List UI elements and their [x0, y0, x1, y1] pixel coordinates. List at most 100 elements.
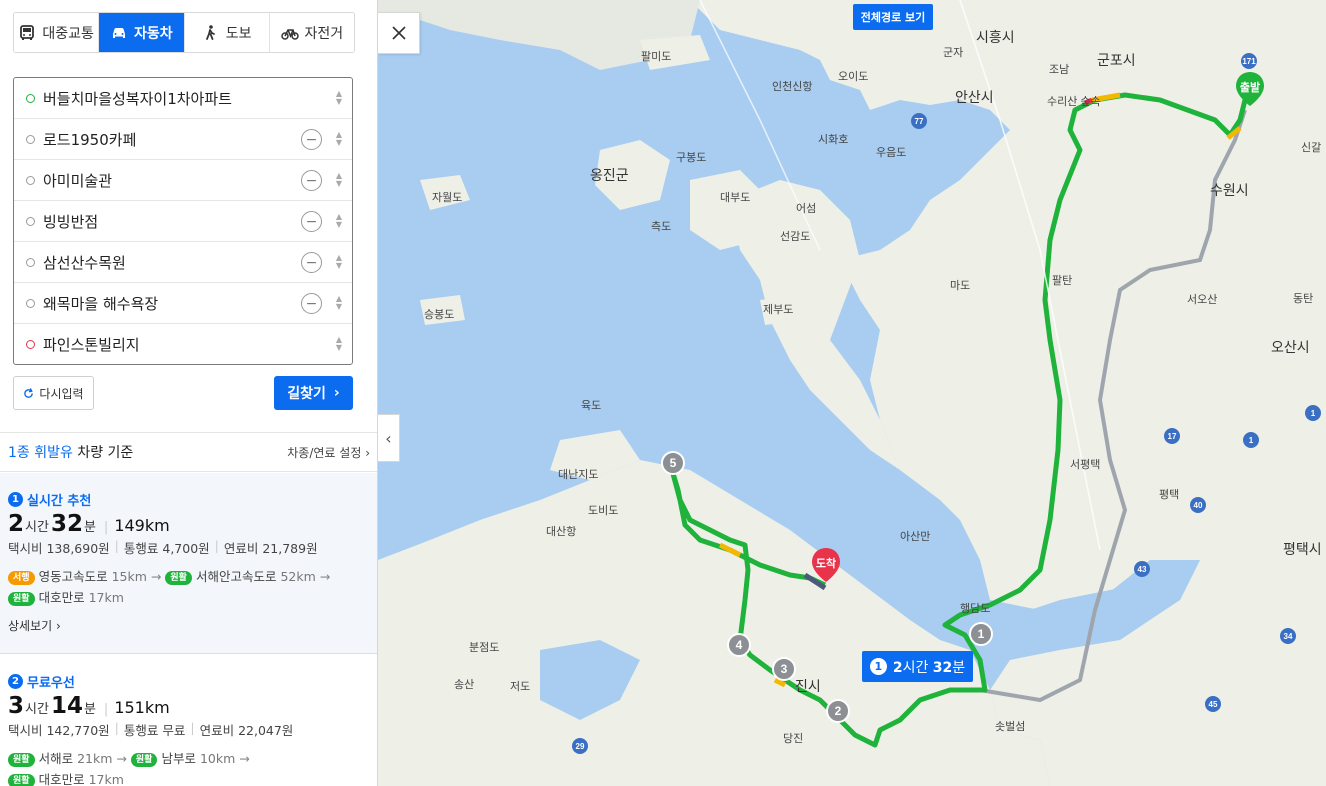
- route-time-bubble[interactable]: 1 2시간 32분: [862, 651, 973, 682]
- place-label: 조남: [1049, 63, 1069, 76]
- road-name: 서해로: [38, 751, 74, 766]
- drag-handle-icon[interactable]: ▲ ▼: [336, 90, 342, 106]
- bubble-duration: 2시간 32분: [893, 657, 965, 677]
- waypoint-label: 삼선산수목원: [43, 253, 126, 272]
- drag-handle-icon[interactable]: ▲ ▼: [336, 213, 342, 229]
- drag-handle-icon[interactable]: ▲ ▼: [336, 336, 342, 352]
- place-label: 시흥시: [976, 29, 1015, 45]
- duration-hours: 2: [8, 511, 25, 537]
- route-distance: 151km: [114, 698, 170, 717]
- place-label: 도비도: [588, 504, 618, 517]
- end-label: 도착: [816, 556, 836, 570]
- road-distance: 15km: [111, 569, 147, 584]
- duration-minutes: 32: [50, 511, 83, 537]
- place-label: 팔미도: [641, 50, 671, 63]
- refresh-icon: [24, 387, 34, 398]
- traffic-badge: 원활: [8, 753, 35, 767]
- drag-handle-icon[interactable]: ▲ ▼: [336, 172, 342, 188]
- find-route-button[interactable]: 길찾기 ›: [274, 376, 353, 410]
- road-number: 17: [1168, 432, 1177, 441]
- arrow-right-icon: →: [239, 751, 250, 766]
- remove-waypoint-icon[interactable]: −: [301, 211, 322, 232]
- duration-minutes-unit: 분: [83, 702, 96, 717]
- remove-waypoint-icon[interactable]: −: [301, 252, 322, 273]
- duration-hours: 3: [8, 693, 25, 719]
- drag-handle-icon[interactable]: ▲ ▼: [336, 131, 342, 147]
- place-label: 평택시: [1283, 541, 1322, 557]
- taxi-fare: 택시비 142,770원: [8, 723, 110, 738]
- vehicle-setting-link[interactable]: 차종/연료 설정 ›: [287, 444, 370, 461]
- fuel-suffix: 차량 기준: [77, 445, 134, 461]
- route-number-badge: 2: [8, 674, 23, 689]
- place-label: 팔탄: [1052, 274, 1072, 287]
- route-title: 1 실시간 추천: [8, 490, 370, 509]
- find-route-label: 길찾기: [287, 386, 326, 402]
- start-label: 출발: [1240, 80, 1260, 94]
- waypoint-item[interactable]: 아미미술관 − ▲ ▼: [14, 160, 352, 201]
- map-canvas[interactable]: 시흥시 안산시 군포시 수원시 오산시 평택시 옹진군 자월도 승봉도 대부도 …: [378, 0, 1326, 786]
- waypoint-item[interactable]: 로드1950카페 − ▲ ▼: [14, 119, 352, 160]
- bubble-hours: 2: [892, 659, 903, 676]
- close-panel-button[interactable]: [378, 12, 420, 54]
- waypoint-number: 1: [978, 627, 985, 641]
- tab-transit[interactable]: 대중교통: [14, 13, 100, 52]
- waypoint-destination[interactable]: 파인스톤빌리지 ▲ ▼: [14, 324, 352, 364]
- vehicle-setting-label: 차종/연료 설정: [287, 445, 362, 460]
- waypoint-number: 3: [781, 662, 788, 676]
- place-label: 승봉도: [424, 308, 454, 321]
- place-label: 대산항: [546, 525, 576, 538]
- road-distance: 52km: [280, 569, 316, 584]
- place-label: 신갈: [1301, 140, 1321, 154]
- waypoint-item[interactable]: 왜목마을 해수욕장 − ▲ ▼: [14, 283, 352, 324]
- place-label: 저도: [510, 680, 530, 693]
- traffic-badge: 원활: [165, 571, 192, 585]
- taxi-fare: 택시비 138,690원: [8, 541, 110, 556]
- remove-waypoint-icon[interactable]: −: [301, 170, 322, 191]
- route-number-badge: 1: [8, 492, 23, 507]
- place-label: 서평택: [1070, 458, 1100, 471]
- place-label: 오산시: [1271, 339, 1310, 355]
- drag-handle-icon[interactable]: ▲ ▼: [336, 295, 342, 311]
- route-detail-link[interactable]: 상세보기 ›: [8, 617, 370, 634]
- waypoint-number: 5: [670, 456, 677, 470]
- tab-bike[interactable]: 자전거: [269, 13, 354, 52]
- place-label: 수리산 숲속: [1047, 95, 1101, 108]
- road-number: 77: [915, 117, 924, 126]
- waypoint-start[interactable]: 버들치마을성복자이1차아파트 ▲ ▼: [14, 78, 352, 119]
- reset-button-label: 다시입력: [39, 386, 84, 401]
- place-label: 제부도: [763, 303, 793, 316]
- remove-waypoint-icon[interactable]: −: [301, 129, 322, 150]
- full-route-button[interactable]: 전체경로 보기: [853, 4, 933, 30]
- road-distance: 21km: [77, 751, 113, 766]
- chevron-left-icon: ‹: [385, 428, 392, 448]
- reset-button[interactable]: 다시입력: [13, 376, 94, 410]
- chevron-right-icon: ›: [333, 385, 340, 401]
- tab-car[interactable]: 자동차: [99, 13, 185, 52]
- route-distance: 149km: [114, 516, 170, 535]
- road-name: 대호만로: [38, 590, 85, 605]
- place-label: 군포시: [1097, 52, 1136, 68]
- waypoint-dot-icon: [26, 216, 35, 226]
- waypoint-dot-icon: [26, 134, 35, 144]
- route-fees: 택시비 138,690원 | 통행료 4,700원 | 연료비 21,789원: [8, 538, 318, 556]
- road-number: 40: [1194, 501, 1203, 510]
- place-label: 대부도: [720, 191, 750, 204]
- route-duration: 2 시간 32 분 | 149km: [8, 511, 370, 537]
- place-label: 송산: [454, 678, 474, 691]
- waypoint-item[interactable]: 빙빙반점 − ▲ ▼: [14, 201, 352, 242]
- bubble-minutes: 32: [932, 659, 953, 676]
- collapse-panel-button[interactable]: ‹: [378, 414, 400, 462]
- waypoint-item[interactable]: 삼선산수목원 − ▲ ▼: [14, 242, 352, 283]
- close-icon: [391, 26, 406, 40]
- route-option-2[interactable]: 2 무료우선 3 시간 14 분 | 151km 택시비 142,770원 | 통…: [0, 654, 377, 786]
- remove-waypoint-icon[interactable]: −: [301, 293, 322, 314]
- bubble-hours-unit: 시간: [902, 659, 929, 676]
- car-icon: [113, 27, 126, 38]
- transport-mode-tabs: 대중교통 자동차 도보 자전거: [13, 12, 355, 53]
- route-option-1[interactable]: 1 실시간 추천 2 시간 32 분 | 149km 택시비 138,690원 |…: [0, 473, 377, 654]
- drag-handle-icon[interactable]: ▲ ▼: [336, 254, 342, 270]
- tab-walk[interactable]: 도보: [184, 13, 270, 52]
- traffic-badge: 원활: [8, 592, 35, 606]
- separator: |: [103, 702, 109, 717]
- road-number: 29: [576, 742, 585, 751]
